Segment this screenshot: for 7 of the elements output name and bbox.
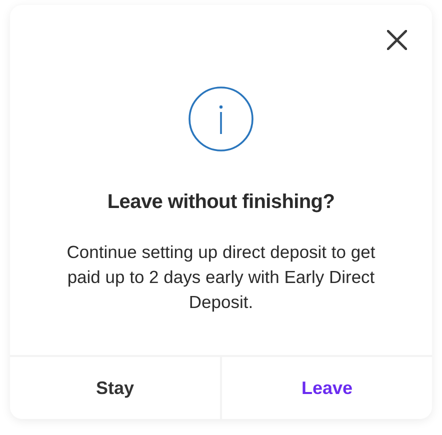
dialog-title: Leave without finishing? bbox=[106, 190, 336, 215]
close-icon bbox=[387, 30, 407, 50]
stay-button[interactable]: Stay bbox=[10, 357, 220, 419]
dialog-message: Continue setting up direct deposit to get paid up to 2 days early with Early Direct Deposit. bbox=[66, 241, 376, 314]
close-button[interactable] bbox=[386, 29, 408, 51]
leave-button[interactable]: Leave bbox=[220, 357, 432, 419]
info-icon bbox=[188, 86, 254, 152]
